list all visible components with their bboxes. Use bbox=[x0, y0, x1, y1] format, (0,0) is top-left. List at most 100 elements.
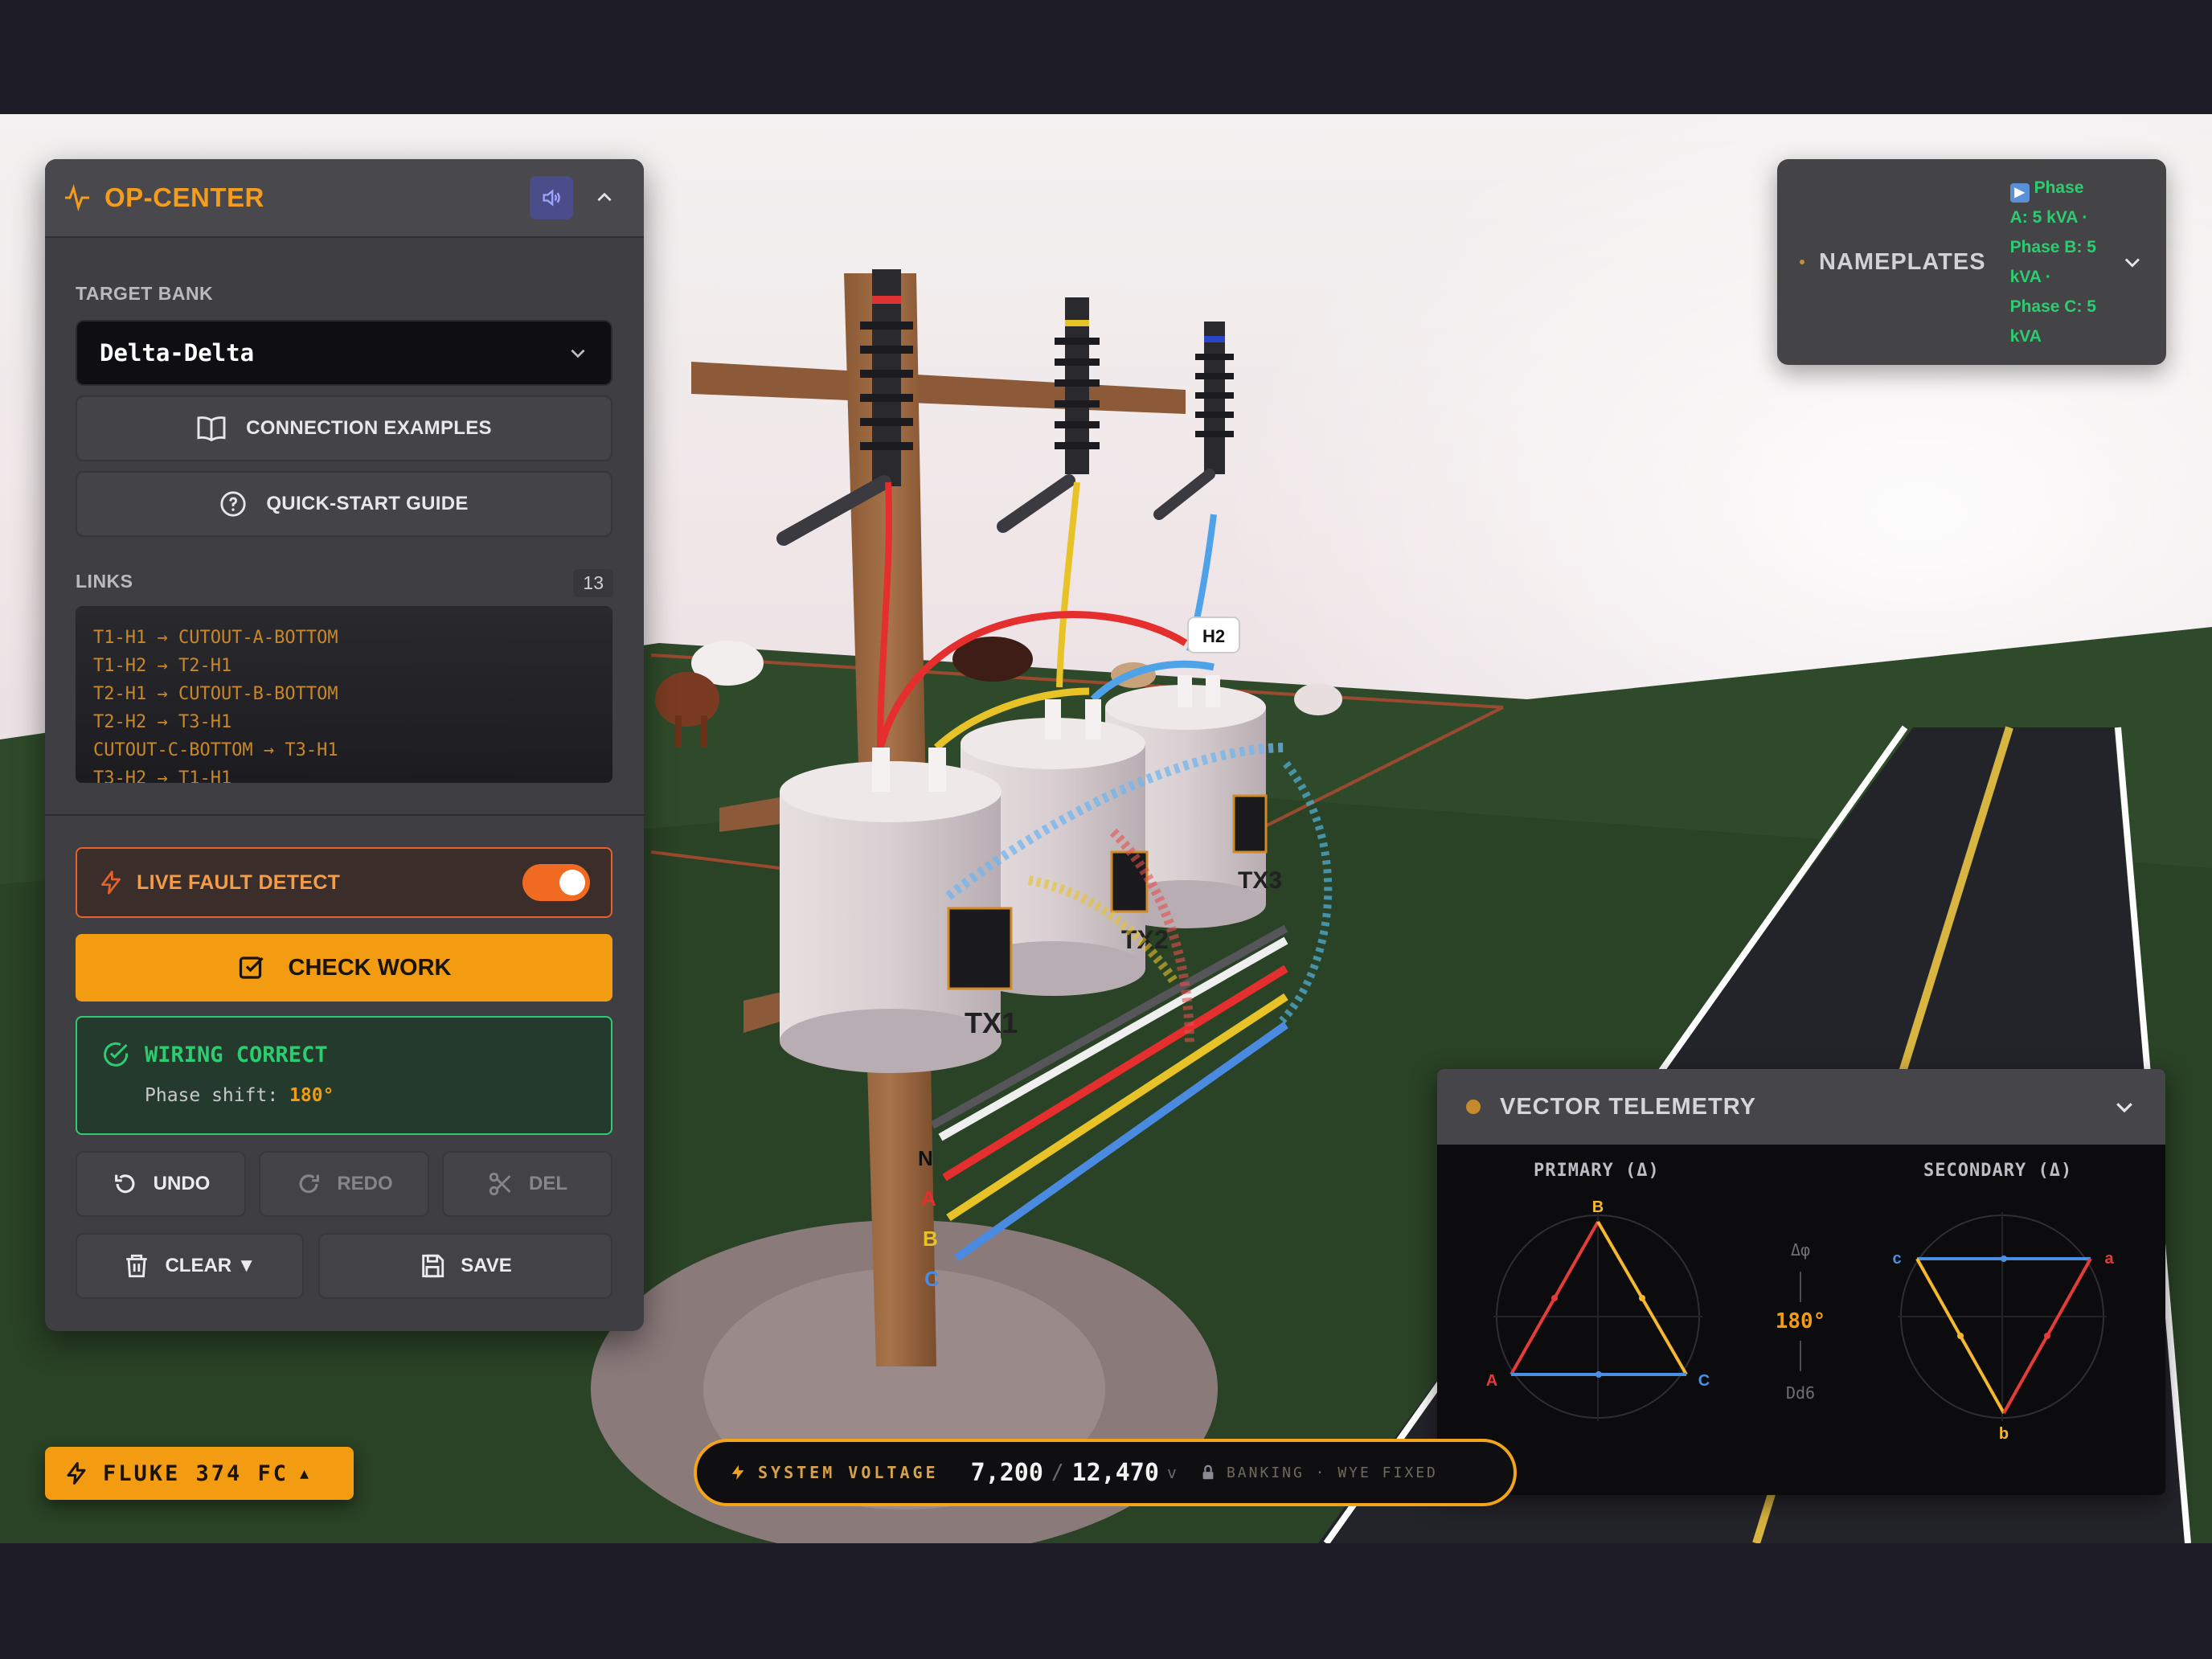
links-label: LINKS bbox=[76, 571, 133, 592]
chevron-up-icon bbox=[597, 192, 612, 202]
target-bank-select[interactable]: Delta-Delta bbox=[76, 320, 612, 386]
phase-shift-center: Δφ 180° Dd6 bbox=[1776, 1240, 1826, 1403]
fluke-meter-button[interactable]: FLUKE 374 FC ▲ bbox=[45, 1447, 354, 1500]
list-item[interactable]: T2-H2 → T3-H1 bbox=[93, 708, 595, 736]
secondary-phasor: c a b bbox=[1892, 1212, 2114, 1443]
chevron-down-icon[interactable] bbox=[2121, 251, 2144, 273]
undo-label: UNDO bbox=[153, 1173, 211, 1194]
nameplate-line: Phase B: 5 bbox=[2009, 238, 2096, 256]
play-icon: ▶ bbox=[2009, 183, 2030, 203]
lightning-icon bbox=[731, 1464, 744, 1481]
delta-phi-label: Δφ bbox=[1791, 1240, 1810, 1260]
book-icon bbox=[197, 416, 226, 441]
nameplates-title: NAMEPLATES bbox=[1818, 248, 1986, 275]
sound-toggle-button[interactable] bbox=[530, 176, 573, 219]
undo-button[interactable]: UNDO bbox=[76, 1151, 246, 1217]
nameplate-line: Phase C: 5 bbox=[2009, 297, 2096, 316]
caret-up-icon: ▲ bbox=[300, 1464, 311, 1482]
wiring-status-title: WIRING CORRECT bbox=[145, 1042, 328, 1067]
nameplates-dot bbox=[1800, 260, 1804, 264]
lightning-icon bbox=[67, 1462, 86, 1485]
primary-phasor: B A C bbox=[1486, 1198, 1710, 1421]
links-list[interactable]: T1-H1 → CUTOUT-A-BOTTOM T1-H2 → T2-H1 T2… bbox=[76, 606, 612, 783]
op-center-header: OP-CENTER bbox=[45, 159, 644, 238]
nameplates-panel[interactable]: NAMEPLATES ▶ Phase A: 5 kVA · Phase B: 5 … bbox=[1777, 159, 2166, 365]
system-voltage-label: SYSTEM VOLTAGE bbox=[758, 1463, 939, 1482]
vector-telemetry-header[interactable]: VECTOR TELEMETRY bbox=[1437, 1069, 2165, 1145]
letterbox-top bbox=[0, 0, 2212, 114]
list-item[interactable]: T1-H1 → CUTOUT-A-BOTTOM bbox=[93, 624, 595, 652]
list-item[interactable]: T2-H1 → CUTOUT-B-BOTTOM bbox=[93, 680, 595, 708]
banking-mode-label: BANKING · WYE FIXED bbox=[1226, 1464, 1438, 1481]
pulse-icon bbox=[65, 183, 89, 212]
phasor-diagram: B A C Δφ 180° Dd6 c a b bbox=[1486, 1198, 2115, 1443]
primary-vertex-a: A bbox=[1486, 1372, 1497, 1390]
telemetry-status-dot bbox=[1466, 1100, 1481, 1114]
nameplate-line: kVA · bbox=[2009, 268, 2051, 286]
live-fault-detect-toggle[interactable] bbox=[522, 864, 590, 901]
vector-telemetry-body: PRIMARY (Δ) SECONDARY (Δ) B A C Δφ 180° bbox=[1437, 1145, 2165, 1495]
wiring-status-box: WIRING CORRECT Phase shift: 180° bbox=[76, 1016, 612, 1135]
tx3-label: TX3 bbox=[1238, 867, 1282, 894]
delete-button[interactable]: DEL bbox=[442, 1151, 612, 1217]
trash-icon bbox=[126, 1254, 148, 1278]
bus-label-a: A bbox=[921, 1186, 936, 1210]
connection-examples-button[interactable]: CONNECTION EXAMPLES bbox=[76, 395, 612, 461]
target-bank-label: TARGET BANK bbox=[76, 283, 214, 304]
live-fault-detect-label: LIVE FAULT DETECT bbox=[137, 870, 341, 894]
list-item[interactable]: T3-H2 → T1-H1 bbox=[93, 764, 595, 783]
check-work-button[interactable]: CHECK WORK bbox=[76, 934, 612, 1002]
save-button[interactable]: SAVE bbox=[318, 1233, 612, 1299]
secondary-vertex-c: c bbox=[1892, 1250, 1901, 1268]
undo-icon bbox=[114, 1174, 135, 1194]
phase-shift-readout: Phase shift: 180° bbox=[145, 1085, 587, 1106]
save-icon bbox=[422, 1254, 444, 1278]
op-center-title: OP-CENTER bbox=[104, 182, 264, 212]
collapse-panel-button[interactable] bbox=[583, 176, 626, 219]
secondary-voltage-value: 12,470 bbox=[1071, 1458, 1159, 1487]
nameplate-line: kVA bbox=[2009, 327, 2042, 346]
checkbox-icon bbox=[239, 956, 264, 979]
bus-label-c: C bbox=[924, 1267, 940, 1291]
bus-label-b: B bbox=[923, 1227, 938, 1251]
redo-label: REDO bbox=[337, 1173, 393, 1194]
transformer-tx1[interactable]: TX1 bbox=[780, 761, 1018, 1073]
nameplates-summary: ▶ Phase A: 5 kVA · Phase B: 5 kVA · Phase… bbox=[2009, 173, 2122, 351]
list-item[interactable]: CUTOUT-C-BOTTOM → T3-H1 bbox=[93, 736, 595, 764]
h2-hover-tag: H2 bbox=[1187, 616, 1240, 653]
fluke-label: FLUKE 374 FC bbox=[103, 1460, 289, 1486]
target-bank-value: Delta-Delta bbox=[100, 339, 255, 367]
voltage-unit: v bbox=[1166, 1463, 1177, 1482]
clear-button[interactable]: CLEAR ▼ bbox=[76, 1233, 304, 1299]
list-item[interactable]: T1-H2 → T2-H1 bbox=[93, 652, 595, 680]
secondary-vertex-a: a bbox=[2104, 1250, 2114, 1268]
op-center-panel: OP-CENTER TARGET BANK Delta-Delta CONNEC… bbox=[45, 159, 644, 1331]
nameplate-line: A: 5 kVA · bbox=[2009, 208, 2088, 227]
phase-shift-center-value: 180° bbox=[1776, 1309, 1826, 1333]
voltage-separator: / bbox=[1051, 1460, 1064, 1485]
quick-start-guide-button[interactable]: QUICK-START GUIDE bbox=[76, 471, 612, 537]
letterbox-bottom bbox=[0, 1543, 2212, 1659]
quick-start-label: QUICK-START GUIDE bbox=[266, 493, 469, 514]
help-circle-icon bbox=[220, 491, 246, 517]
connection-examples-label: CONNECTION EXAMPLES bbox=[246, 417, 492, 439]
vector-telemetry-title: VECTOR TELEMETRY bbox=[1500, 1093, 1756, 1120]
redo-icon bbox=[299, 1174, 320, 1194]
chevron-down-icon[interactable] bbox=[2112, 1095, 2136, 1119]
vector-telemetry-panel: VECTOR TELEMETRY PRIMARY (Δ) SECONDARY (… bbox=[1437, 1069, 2165, 1495]
tx1-label: TX1 bbox=[965, 1006, 1018, 1039]
redo-button[interactable]: REDO bbox=[259, 1151, 429, 1217]
chevron-down-icon bbox=[571, 349, 585, 358]
panel-divider bbox=[45, 814, 644, 816]
primary-voltage-value: 7,200 bbox=[970, 1458, 1043, 1487]
live-fault-detect-row: LIVE FAULT DETECT bbox=[76, 847, 612, 918]
vector-group-label: Dd6 bbox=[1786, 1383, 1815, 1403]
primary-vertex-c: C bbox=[1698, 1372, 1710, 1390]
clear-label: CLEAR ▼ bbox=[165, 1255, 256, 1276]
nameplate-line: Phase bbox=[2034, 178, 2084, 197]
primary-vertex-b: B bbox=[1592, 1198, 1604, 1216]
speaker-icon bbox=[543, 189, 560, 207]
phase-shift-label: Phase shift: bbox=[145, 1085, 279, 1106]
lightning-icon bbox=[101, 870, 121, 895]
secondary-vertex-b: b bbox=[1999, 1425, 2009, 1443]
